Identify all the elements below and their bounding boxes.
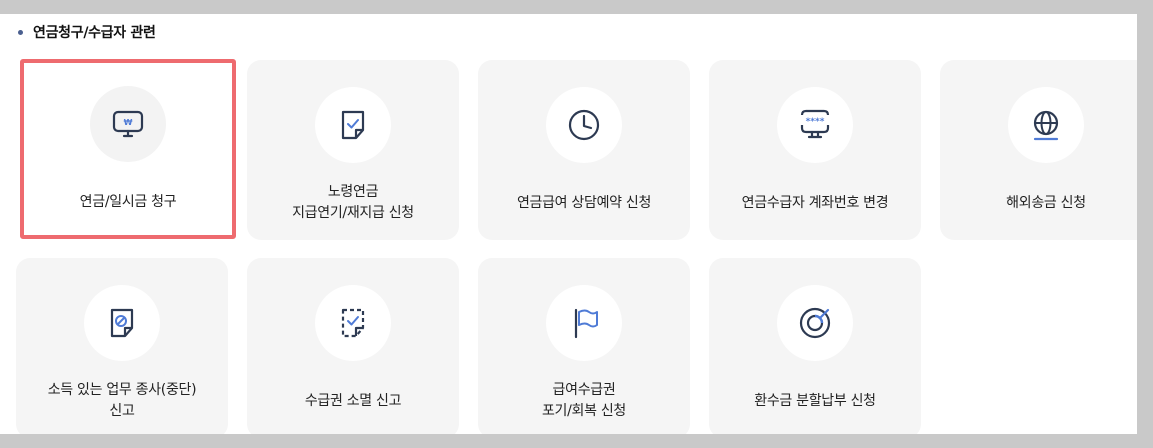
svg-text:₩: ₩ xyxy=(124,118,133,127)
card-label-line: 소득 있는 업무 종사(중단) xyxy=(47,382,197,398)
card-pension-lump-sum-claim[interactable]: ₩ 연금/일시금 청구 xyxy=(20,59,236,239)
card-label-line: 연금/일시금 청구 xyxy=(79,193,177,210)
card-label-line: 연금급여 상담예약 신청 xyxy=(516,194,652,211)
flag-icon xyxy=(567,306,601,340)
card-refund-installment[interactable]: 환수금 분할납부 신청 xyxy=(709,258,921,434)
card-label-line: 신고 xyxy=(109,403,135,419)
card-label: 노령연금 지급연기/재지급 신청 xyxy=(247,174,459,232)
clock-icon xyxy=(566,107,602,143)
card-label: 연금/일시금 청구 xyxy=(24,173,232,231)
svg-text:****: **** xyxy=(806,117,825,127)
card-label-line: 포기/회복 신청 xyxy=(541,403,627,419)
icon-circle xyxy=(1008,87,1084,163)
card-label: 연금급여 상담예약 신청 xyxy=(478,174,690,232)
card-label-line: 노령연금 xyxy=(327,184,379,200)
card-label-line: 급여수급권 xyxy=(552,382,616,398)
monitor-password-icon: **** xyxy=(795,108,835,142)
card-label-line: 지급연기/재지급 신청 xyxy=(292,205,414,221)
icon-circle xyxy=(546,87,622,163)
icon-circle xyxy=(84,285,160,361)
card-label: 연금수급자 계좌번호 변경 xyxy=(709,174,921,232)
card-old-age-pension-deferral[interactable]: 노령연금 지급연기/재지급 신청 xyxy=(247,60,459,240)
bullet-icon xyxy=(18,29,23,35)
card-label: 환수금 분할납부 신청 xyxy=(709,372,921,430)
section-heading: 연금청구/수급자 관련 xyxy=(18,22,156,42)
card-overseas-remittance[interactable]: 해외송금 신청 xyxy=(940,60,1137,240)
card-label-line: 수급권 소멸 신고 xyxy=(304,392,402,409)
card-label-line: 환수금 분할납부 신청 xyxy=(754,392,876,409)
icon-circle xyxy=(777,285,853,361)
card-label-line: 해외송금 신청 xyxy=(1006,194,1086,211)
card-income-business-report[interactable]: 소득 있는 업무 종사(중단) 신고 xyxy=(16,258,228,434)
card-benefit-waiver-recovery[interactable]: 급여수급권 포기/회복 신청 xyxy=(478,258,690,434)
globe-icon xyxy=(1029,108,1063,142)
icon-circle: ₩ xyxy=(90,86,166,162)
monitor-won-icon: ₩ xyxy=(111,107,145,141)
section-title-text: 연금청구/수급자 관련 xyxy=(33,25,156,41)
refund-circle-icon xyxy=(797,305,833,341)
dashed-document-check-icon xyxy=(336,306,370,340)
icon-circle xyxy=(315,285,391,361)
card-consultation-reservation[interactable]: 연금급여 상담예약 신청 xyxy=(478,60,690,240)
card-label: 소득 있는 업무 종사(중단) 신고 xyxy=(16,372,228,430)
icon-circle xyxy=(546,285,622,361)
card-label: 급여수급권 포기/회복 신청 xyxy=(478,372,690,430)
card-label: 수급권 소멸 신고 xyxy=(247,372,459,430)
card-account-number-change[interactable]: **** 연금수급자 계좌번호 변경 xyxy=(709,60,921,240)
card-label-line: 연금수급자 계좌번호 변경 xyxy=(741,194,889,211)
icon-circle: **** xyxy=(777,87,853,163)
card-entitlement-extinction-report[interactable]: 수급권 소멸 신고 xyxy=(247,258,459,434)
card-label: 해외송금 신청 xyxy=(940,174,1137,232)
document-check-icon xyxy=(336,108,370,142)
pension-services-panel: 연금청구/수급자 관련 ₩ 연금/일시금 청구 노령연금 지급연기/재지급 신청… xyxy=(0,14,1137,434)
document-prohibited-icon xyxy=(105,306,139,340)
icon-circle xyxy=(315,87,391,163)
